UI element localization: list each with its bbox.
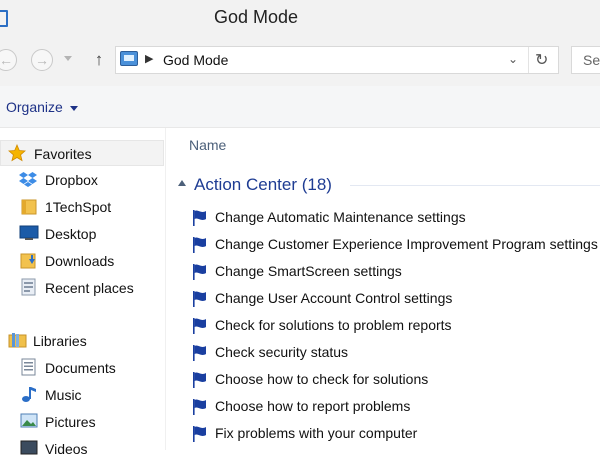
- navigation-pane: Favorites Dropbox 1TechSpot Desktop Down…: [0, 128, 166, 457]
- column-header-name[interactable]: Name: [189, 137, 226, 153]
- nav-item-label: Recent places: [45, 280, 134, 296]
- action-center-flag-icon: [193, 291, 206, 307]
- group-collapse-icon[interactable]: [178, 180, 186, 186]
- window-title: God Mode: [214, 7, 299, 27]
- nav-item-label: Favorites: [34, 146, 92, 162]
- nav-item-documents[interactable]: Documents: [0, 355, 164, 381]
- list-item[interactable]: Check for solutions to problem reports: [188, 313, 600, 340]
- documents-icon: [21, 358, 36, 376]
- list-item[interactable]: Change SmartScreen settings: [188, 259, 600, 286]
- list-item[interactable]: Fix problems with your computer: [188, 421, 600, 448]
- list-item[interactable]: Check security status: [188, 340, 600, 367]
- back-button[interactable]: ←: [0, 49, 17, 71]
- group-header-action-center[interactable]: Action Center (18): [194, 175, 332, 195]
- address-dropdown-icon[interactable]: ⌄: [508, 52, 518, 66]
- star-icon: [8, 144, 26, 162]
- nav-item-label: Dropbox: [45, 172, 98, 188]
- address-divider: [528, 47, 529, 73]
- music-icon: [22, 387, 36, 402]
- back-arrow-icon: ←: [0, 52, 13, 68]
- file-list: Name Action Center (18) Change Automatic…: [166, 128, 600, 450]
- action-center-flag-icon: [193, 426, 206, 442]
- list-item[interactable]: Change Customer Experience Improvement P…: [188, 232, 600, 259]
- command-bar: Organize: [0, 86, 600, 128]
- action-center-flag-icon: [193, 318, 206, 334]
- recent-places-icon: [21, 278, 36, 296]
- forward-arrow-icon: →: [35, 52, 49, 68]
- nav-item-label: Videos: [45, 441, 88, 457]
- action-center-flag-icon: [193, 264, 206, 280]
- item-label: Change Customer Experience Improvement P…: [215, 236, 598, 252]
- nav-item-downloads[interactable]: Downloads: [0, 248, 164, 274]
- action-center-flag-icon: [193, 210, 206, 226]
- nav-item-pictures[interactable]: Pictures: [0, 409, 164, 435]
- folder-icon: [21, 199, 37, 215]
- refresh-icon[interactable]: ↻: [535, 50, 548, 70]
- search-input[interactable]: Sea: [571, 46, 600, 74]
- nav-item-music[interactable]: Music: [0, 382, 164, 408]
- item-label: Choose how to report problems: [215, 398, 411, 414]
- nav-item-label: Documents: [45, 360, 116, 376]
- search-placeholder: Sea: [583, 52, 600, 68]
- action-center-flag-icon: [193, 345, 206, 361]
- nav-item-label: Pictures: [45, 414, 96, 430]
- nav-item-desktop[interactable]: Desktop: [0, 221, 164, 247]
- list-item[interactable]: Choose how to report problems: [188, 394, 600, 421]
- item-label: Choose how to check for solutions: [215, 371, 429, 387]
- breadcrumb-chevron-icon[interactable]: ▶: [145, 52, 153, 65]
- title-bar: God Mode: [0, 0, 600, 36]
- up-button[interactable]: ↑: [89, 49, 109, 71]
- downloads-folder-icon: [20, 253, 36, 269]
- action-center-flag-icon: [193, 372, 206, 388]
- videos-icon: [20, 440, 38, 455]
- organize-dropdown-icon[interactable]: [70, 106, 78, 111]
- nav-item-label: Libraries: [33, 333, 87, 349]
- action-center-flag-icon: [193, 237, 206, 253]
- item-label: Change SmartScreen settings: [215, 263, 402, 279]
- action-center-flag-icon: [193, 399, 206, 415]
- recent-locations-dropdown[interactable]: [64, 56, 72, 61]
- nav-item-label: 1TechSpot: [45, 199, 112, 215]
- libraries-icon: [8, 333, 27, 348]
- item-label: Change User Account Control settings: [215, 290, 453, 306]
- group-divider: [350, 185, 600, 186]
- organize-menu-button[interactable]: Organize: [6, 99, 63, 115]
- nav-item-label: Music: [45, 387, 82, 403]
- list-item[interactable]: Change User Account Control settings: [188, 286, 600, 313]
- nav-item-videos[interactable]: Videos: [0, 436, 164, 462]
- address-bar[interactable]: ▶ God Mode ⌄ ↻: [115, 46, 559, 74]
- nav-favorites[interactable]: Favorites: [0, 140, 164, 166]
- nav-item-label: Desktop: [45, 226, 97, 242]
- item-label: Fix problems with your computer: [215, 425, 418, 441]
- desktop-icon: [19, 225, 39, 240]
- list-item[interactable]: Choose how to check for solutions: [188, 367, 600, 394]
- nav-item-1techspot[interactable]: 1TechSpot: [0, 194, 164, 220]
- navigation-toolbar: ← → ↑ ▶ God Mode ⌄ ↻ Sea: [0, 36, 600, 86]
- pictures-icon: [20, 413, 38, 428]
- nav-libraries[interactable]: Libraries: [0, 328, 164, 354]
- control-panel-icon: [120, 51, 138, 66]
- address-path[interactable]: God Mode: [163, 52, 228, 68]
- item-label: Change Automatic Maintenance settings: [215, 209, 466, 225]
- up-arrow-icon: ↑: [94, 50, 104, 69]
- nav-item-dropbox[interactable]: Dropbox: [0, 167, 164, 193]
- list-item[interactable]: Change Automatic Maintenance settings: [188, 205, 600, 232]
- forward-button[interactable]: →: [31, 49, 53, 71]
- nav-item-recent-places[interactable]: Recent places: [0, 275, 164, 301]
- item-label: Check security status: [215, 344, 349, 360]
- item-label: Check for solutions to problem reports: [215, 317, 452, 333]
- nav-item-label: Downloads: [45, 253, 115, 269]
- dropbox-icon: [19, 172, 37, 187]
